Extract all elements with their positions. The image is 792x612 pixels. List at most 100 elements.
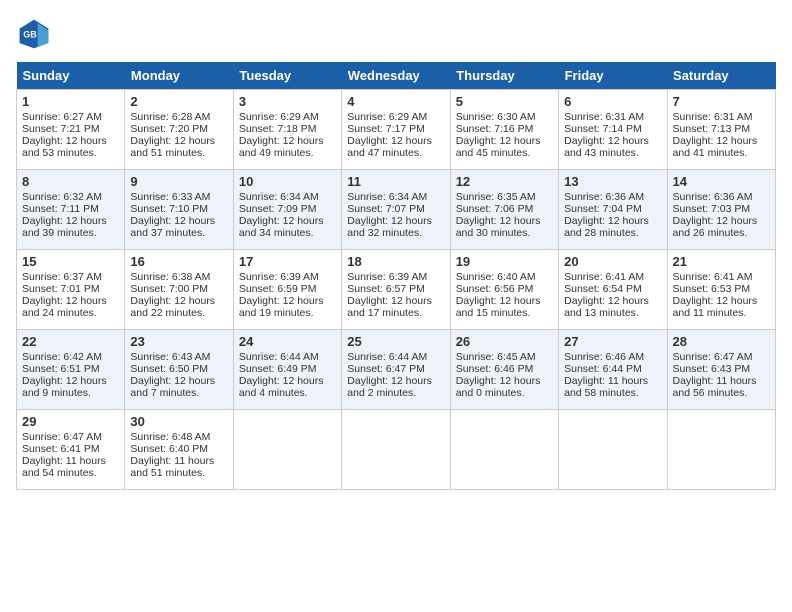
- calendar-cell: 23 Sunrise: 6:43 AMSunset: 6:50 PMDayligh…: [125, 330, 233, 410]
- page-header: GB: [16, 16, 776, 52]
- day-info: Sunrise: 6:44 AMSunset: 6:47 PMDaylight:…: [347, 351, 432, 399]
- day-info: Sunrise: 6:48 AMSunset: 6:40 PMDaylight:…: [130, 431, 214, 479]
- calendar-cell: 1 Sunrise: 6:27 AMSunset: 7:21 PMDaylight…: [17, 90, 125, 170]
- day-info: Sunrise: 6:41 AMSunset: 6:54 PMDaylight:…: [564, 271, 649, 319]
- day-number: 30: [130, 414, 227, 429]
- calendar-cell: 12 Sunrise: 6:35 AMSunset: 7:06 PMDayligh…: [450, 170, 558, 250]
- calendar-cell: 13 Sunrise: 6:36 AMSunset: 7:04 PMDayligh…: [559, 170, 667, 250]
- day-number: 19: [456, 254, 553, 269]
- calendar-cell: 24 Sunrise: 6:44 AMSunset: 6:49 PMDayligh…: [233, 330, 341, 410]
- day-number: 6: [564, 94, 661, 109]
- day-info: Sunrise: 6:40 AMSunset: 6:56 PMDaylight:…: [456, 271, 541, 319]
- day-number: 18: [347, 254, 444, 269]
- day-header-thursday: Thursday: [450, 62, 558, 90]
- calendar-cell: [233, 410, 341, 490]
- calendar-week-2: 8Sunrise: 6:32 AMSunset: 7:11 PMDaylight…: [17, 170, 776, 250]
- logo-icon: GB: [16, 16, 52, 52]
- day-info: Sunrise: 6:47 AMSunset: 6:41 PMDaylight:…: [22, 431, 106, 479]
- day-info: Sunrise: 6:29 AMSunset: 7:17 PMDaylight:…: [347, 111, 432, 159]
- calendar-cell: 10Sunrise: 6:34 AMSunset: 7:09 PMDayligh…: [233, 170, 341, 250]
- calendar-week-1: 1 Sunrise: 6:27 AMSunset: 7:21 PMDaylight…: [17, 90, 776, 170]
- calendar-cell: 14 Sunrise: 6:36 AMSunset: 7:03 PMDayligh…: [667, 170, 775, 250]
- day-header-tuesday: Tuesday: [233, 62, 341, 90]
- day-number: 2: [130, 94, 227, 109]
- calendar-cell: 2 Sunrise: 6:28 AMSunset: 7:20 PMDaylight…: [125, 90, 233, 170]
- day-number: 24: [239, 334, 336, 349]
- day-info: Sunrise: 6:41 AMSunset: 6:53 PMDaylight:…: [673, 271, 758, 319]
- day-info: Sunrise: 6:33 AMSunset: 7:10 PMDaylight:…: [130, 191, 215, 239]
- day-header-wednesday: Wednesday: [342, 62, 450, 90]
- day-info: Sunrise: 6:47 AMSunset: 6:43 PMDaylight:…: [673, 351, 757, 399]
- calendar-week-4: 22 Sunrise: 6:42 AMSunset: 6:51 PMDayligh…: [17, 330, 776, 410]
- day-info: Sunrise: 6:31 AMSunset: 7:14 PMDaylight:…: [564, 111, 649, 159]
- day-info: Sunrise: 6:36 AMSunset: 7:03 PMDaylight:…: [673, 191, 758, 239]
- logo: GB: [16, 16, 58, 52]
- day-info: Sunrise: 6:35 AMSunset: 7:06 PMDaylight:…: [456, 191, 541, 239]
- day-info: Sunrise: 6:32 AMSunset: 7:11 PMDaylight:…: [22, 191, 107, 239]
- day-number: 10: [239, 174, 336, 189]
- calendar-cell: 30 Sunrise: 6:48 AMSunset: 6:40 PMDayligh…: [125, 410, 233, 490]
- day-header-saturday: Saturday: [667, 62, 775, 90]
- calendar-cell: 4 Sunrise: 6:29 AMSunset: 7:17 PMDaylight…: [342, 90, 450, 170]
- calendar-cell: 22 Sunrise: 6:42 AMSunset: 6:51 PMDayligh…: [17, 330, 125, 410]
- day-info: Sunrise: 6:46 AMSunset: 6:44 PMDaylight:…: [564, 351, 648, 399]
- day-info: Sunrise: 6:38 AMSunset: 7:00 PMDaylight:…: [130, 271, 215, 319]
- day-header-sunday: Sunday: [17, 62, 125, 90]
- day-number: 5: [456, 94, 553, 109]
- calendar-cell: [667, 410, 775, 490]
- calendar-cell: 9 Sunrise: 6:33 AMSunset: 7:10 PMDaylight…: [125, 170, 233, 250]
- calendar-cell: 21 Sunrise: 6:41 AMSunset: 6:53 PMDayligh…: [667, 250, 775, 330]
- calendar-cell: [342, 410, 450, 490]
- calendar-table: SundayMondayTuesdayWednesdayThursdayFrid…: [16, 62, 776, 490]
- day-info: Sunrise: 6:27 AMSunset: 7:21 PMDaylight:…: [22, 111, 107, 159]
- day-number: 9: [130, 174, 227, 189]
- calendar-cell: 6 Sunrise: 6:31 AMSunset: 7:14 PMDaylight…: [559, 90, 667, 170]
- calendar-cell: 15Sunrise: 6:37 AMSunset: 7:01 PMDayligh…: [17, 250, 125, 330]
- calendar-cell: 16Sunrise: 6:38 AMSunset: 7:00 PMDayligh…: [125, 250, 233, 330]
- calendar-week-5: 29 Sunrise: 6:47 AMSunset: 6:41 PMDayligh…: [17, 410, 776, 490]
- calendar-cell: 19 Sunrise: 6:40 AMSunset: 6:56 PMDayligh…: [450, 250, 558, 330]
- calendar-cell: 27 Sunrise: 6:46 AMSunset: 6:44 PMDayligh…: [559, 330, 667, 410]
- calendar-cell: 20 Sunrise: 6:41 AMSunset: 6:54 PMDayligh…: [559, 250, 667, 330]
- svg-text:GB: GB: [23, 30, 37, 40]
- calendar-cell: 17 Sunrise: 6:39 AMSunset: 6:59 PMDayligh…: [233, 250, 341, 330]
- day-number: 15: [22, 254, 119, 269]
- day-number: 20: [564, 254, 661, 269]
- day-info: Sunrise: 6:28 AMSunset: 7:20 PMDaylight:…: [130, 111, 215, 159]
- day-info: Sunrise: 6:44 AMSunset: 6:49 PMDaylight:…: [239, 351, 324, 399]
- day-number: 12: [456, 174, 553, 189]
- calendar-cell: 3Sunrise: 6:29 AMSunset: 7:18 PMDaylight…: [233, 90, 341, 170]
- day-info: Sunrise: 6:36 AMSunset: 7:04 PMDaylight:…: [564, 191, 649, 239]
- day-number: 1: [22, 94, 119, 109]
- day-number: 28: [673, 334, 770, 349]
- day-info: Sunrise: 6:45 AMSunset: 6:46 PMDaylight:…: [456, 351, 541, 399]
- calendar-cell: 25 Sunrise: 6:44 AMSunset: 6:47 PMDayligh…: [342, 330, 450, 410]
- day-number: 14: [673, 174, 770, 189]
- day-number: 23: [130, 334, 227, 349]
- calendar-cell: 11Sunrise: 6:34 AMSunset: 7:07 PMDayligh…: [342, 170, 450, 250]
- calendar-week-3: 15Sunrise: 6:37 AMSunset: 7:01 PMDayligh…: [17, 250, 776, 330]
- day-header-monday: Monday: [125, 62, 233, 90]
- day-number: 3: [239, 94, 336, 109]
- calendar-cell: 26 Sunrise: 6:45 AMSunset: 6:46 PMDayligh…: [450, 330, 558, 410]
- day-number: 29: [22, 414, 119, 429]
- calendar-cell: [450, 410, 558, 490]
- day-number: 26: [456, 334, 553, 349]
- day-info: Sunrise: 6:42 AMSunset: 6:51 PMDaylight:…: [22, 351, 107, 399]
- day-number: 22: [22, 334, 119, 349]
- day-number: 27: [564, 334, 661, 349]
- day-number: 21: [673, 254, 770, 269]
- day-info: Sunrise: 6:34 AMSunset: 7:07 PMDaylight:…: [347, 191, 432, 239]
- day-number: 4: [347, 94, 444, 109]
- day-number: 25: [347, 334, 444, 349]
- calendar-cell: 5 Sunrise: 6:30 AMSunset: 7:16 PMDaylight…: [450, 90, 558, 170]
- day-number: 13: [564, 174, 661, 189]
- day-info: Sunrise: 6:43 AMSunset: 6:50 PMDaylight:…: [130, 351, 215, 399]
- day-number: 7: [673, 94, 770, 109]
- day-header-friday: Friday: [559, 62, 667, 90]
- day-info: Sunrise: 6:30 AMSunset: 7:16 PMDaylight:…: [456, 111, 541, 159]
- day-info: Sunrise: 6:39 AMSunset: 6:59 PMDaylight:…: [239, 271, 324, 319]
- day-number: 17: [239, 254, 336, 269]
- calendar-cell: 8Sunrise: 6:32 AMSunset: 7:11 PMDaylight…: [17, 170, 125, 250]
- day-info: Sunrise: 6:39 AMSunset: 6:57 PMDaylight:…: [347, 271, 432, 319]
